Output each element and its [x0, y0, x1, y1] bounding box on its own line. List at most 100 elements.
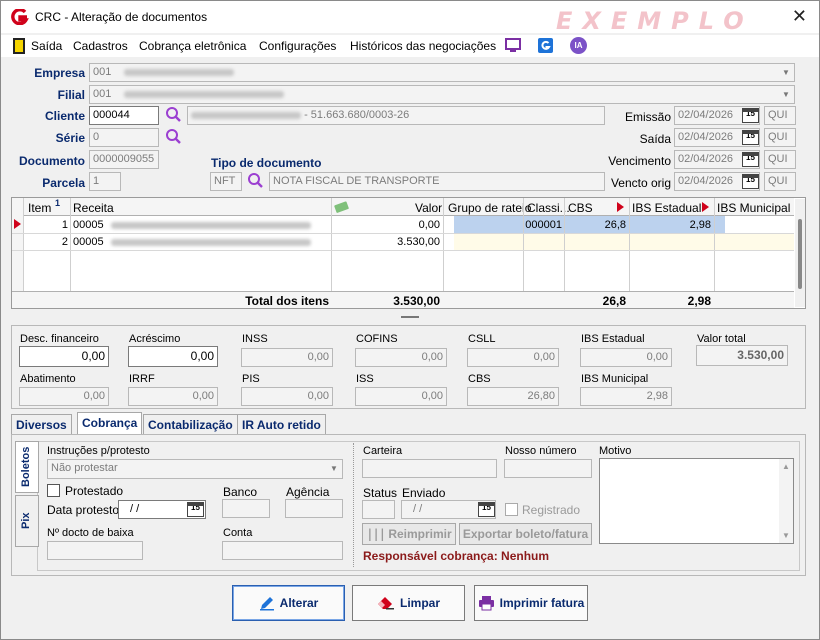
empresa-select[interactable]: 001 ▼	[89, 63, 795, 82]
row-divider	[12, 233, 794, 234]
protestado-checkbox[interactable]	[47, 484, 60, 497]
menu-cadastros[interactable]: Cadastros	[73, 39, 128, 53]
close-button[interactable]: ✕	[792, 6, 807, 27]
row1-ibs-estadual[interactable]: 2,98	[630, 219, 711, 231]
enviado-label: Enviado	[402, 486, 446, 500]
tipo-documento-description: NOTA FISCAL DE TRANSPORTE	[269, 172, 605, 191]
row1-valor[interactable]: 0,00	[332, 219, 440, 231]
calendar-icon[interactable]: 15	[742, 152, 759, 167]
row2-item[interactable]: 2	[24, 236, 68, 248]
section-divider	[353, 443, 354, 567]
registrado-checkbox[interactable]	[505, 503, 518, 516]
motivo-scrollbar[interactable]: ▲ ▼	[779, 459, 793, 543]
cliente-code-input[interactable]: 000044	[89, 106, 159, 125]
tab-cobranca[interactable]: Cobrança	[77, 412, 143, 434]
imprimir-label: Imprimir fatura	[499, 596, 585, 610]
filial-select[interactable]: 001 ▼	[89, 85, 795, 104]
reimprimir-label: Reimprimir	[388, 527, 452, 541]
grid-scrollbar[interactable]	[795, 199, 805, 307]
reimprimir-button[interactable]: ||| Reimprimir	[362, 523, 456, 545]
cliente-name-redacted	[191, 111, 301, 119]
alterar-button[interactable]: Alterar	[232, 585, 345, 621]
search-icon[interactable]	[165, 128, 182, 145]
row2-valor[interactable]: 3.530,00	[332, 236, 440, 248]
menu-cobranca-eletronica[interactable]: Cobrança eletrônica	[139, 39, 246, 53]
chevron-down-icon: ▼	[782, 68, 790, 77]
filial-code: 001	[93, 88, 112, 100]
calendar-icon[interactable]: 15	[742, 174, 759, 189]
scroll-down-icon[interactable]: ▼	[782, 531, 790, 540]
desc-financeiro-label: Desc. financeiro	[20, 333, 99, 345]
valor-total-field: 3.530,00	[696, 345, 788, 366]
calendar-icon[interactable]: 15	[742, 130, 759, 145]
registrado-label: Registrado	[522, 503, 581, 517]
saida-weekday: QUI	[764, 128, 796, 147]
splitter-handle[interactable]	[401, 316, 419, 318]
tipo-documento-label: Tipo de documento	[211, 156, 322, 170]
ibs-estadual-label: IBS Estadual	[581, 333, 645, 345]
chevron-down-icon: ▼	[782, 90, 790, 99]
row1-classi[interactable]: 000001	[524, 219, 562, 231]
chevron-down-icon: ▼	[330, 464, 338, 473]
parcela-field[interactable]: 1	[89, 172, 121, 191]
side-tab-pix[interactable]: Pix	[15, 495, 39, 547]
enviado-value: / /	[413, 503, 423, 515]
instrucoes-select[interactable]: Não protestar ▼	[47, 459, 343, 479]
current-row-icon	[14, 219, 21, 229]
banco-field	[222, 499, 270, 518]
menu-configuracoes[interactable]: Configurações	[259, 39, 336, 53]
g-app-icon[interactable]	[538, 38, 553, 53]
row1-cbs[interactable]: 26,8	[565, 219, 626, 231]
n-docto-baixa-field	[47, 541, 143, 560]
total-valor: 3.530,00	[393, 294, 440, 308]
acrescimo-input[interactable]: 0,00	[128, 346, 218, 367]
csll-label: CSLL	[468, 333, 496, 345]
search-icon[interactable]	[247, 172, 264, 189]
abatimento-label: Abatimento	[20, 373, 76, 385]
ibs-municipal-label: IBS Municipal	[581, 373, 649, 385]
total-cbs: 26,8	[602, 294, 626, 308]
window-title: CRC - Alteração de documentos	[35, 10, 208, 24]
side-tab-boletos[interactable]: Boletos	[15, 441, 39, 493]
saida-value: 02/04/2026	[678, 131, 734, 143]
row1-receita[interactable]: 00005	[73, 219, 311, 231]
menu-historicos[interactable]: Históricos das negociações	[350, 39, 496, 53]
imprimir-fatura-button[interactable]: Imprimir fatura	[474, 585, 588, 621]
exportar-boleto-button[interactable]: Exportar boleto/fatura	[459, 523, 592, 545]
row1-item[interactable]: 1	[24, 219, 68, 231]
inss-label: INSS	[242, 333, 268, 345]
scroll-thumb[interactable]	[798, 219, 802, 289]
items-grid[interactable]: Item 1 Receita Valor Grupo de rateio Cla…	[11, 197, 806, 309]
ia-assistant-icon[interactable]: IA	[570, 37, 587, 54]
menu-saida[interactable]: Saída	[31, 39, 62, 53]
pis-field: 0,00	[241, 387, 333, 406]
status-label: Status	[363, 486, 398, 500]
documento-field[interactable]: 0000009055	[89, 150, 159, 169]
eraser-icon	[377, 597, 394, 610]
limpar-button[interactable]: Limpar	[352, 585, 465, 621]
cbs-field: 26,80	[467, 387, 559, 406]
conta-field	[222, 541, 343, 560]
tab-diversos[interactable]: Diversos	[11, 414, 72, 434]
cliente-label: Cliente	[44, 109, 85, 123]
scroll-up-icon[interactable]: ▲	[782, 462, 790, 471]
desc-financeiro-input[interactable]: 0,00	[19, 346, 109, 367]
motivo-textarea[interactable]: ▲ ▼	[599, 458, 794, 544]
tab-ir-auto-retido[interactable]: IR Auto retido	[237, 414, 326, 434]
monitor-icon[interactable]	[505, 38, 521, 53]
tab-contabilizacao[interactable]: Contabilização	[143, 414, 238, 434]
parcela-label: Parcela	[42, 176, 85, 190]
serie-field[interactable]: 0	[89, 128, 159, 147]
empresa-code: 001	[93, 66, 112, 78]
vencimento-weekday: QUI	[764, 150, 796, 169]
search-icon[interactable]	[165, 106, 182, 123]
empresa-label: Empresa	[34, 66, 85, 80]
calendar-icon[interactable]: 15	[478, 502, 495, 517]
empresa-redacted	[124, 68, 235, 76]
calendar-icon[interactable]: 15	[187, 502, 204, 517]
vencto-orig-label: Vencto orig	[610, 176, 671, 190]
row2-receita[interactable]: 00005	[73, 236, 311, 248]
tipo-documento-code[interactable]: NFT	[210, 172, 242, 191]
ibs-municipal-field: 2,98	[580, 387, 672, 406]
calendar-icon[interactable]: 15	[742, 108, 759, 123]
